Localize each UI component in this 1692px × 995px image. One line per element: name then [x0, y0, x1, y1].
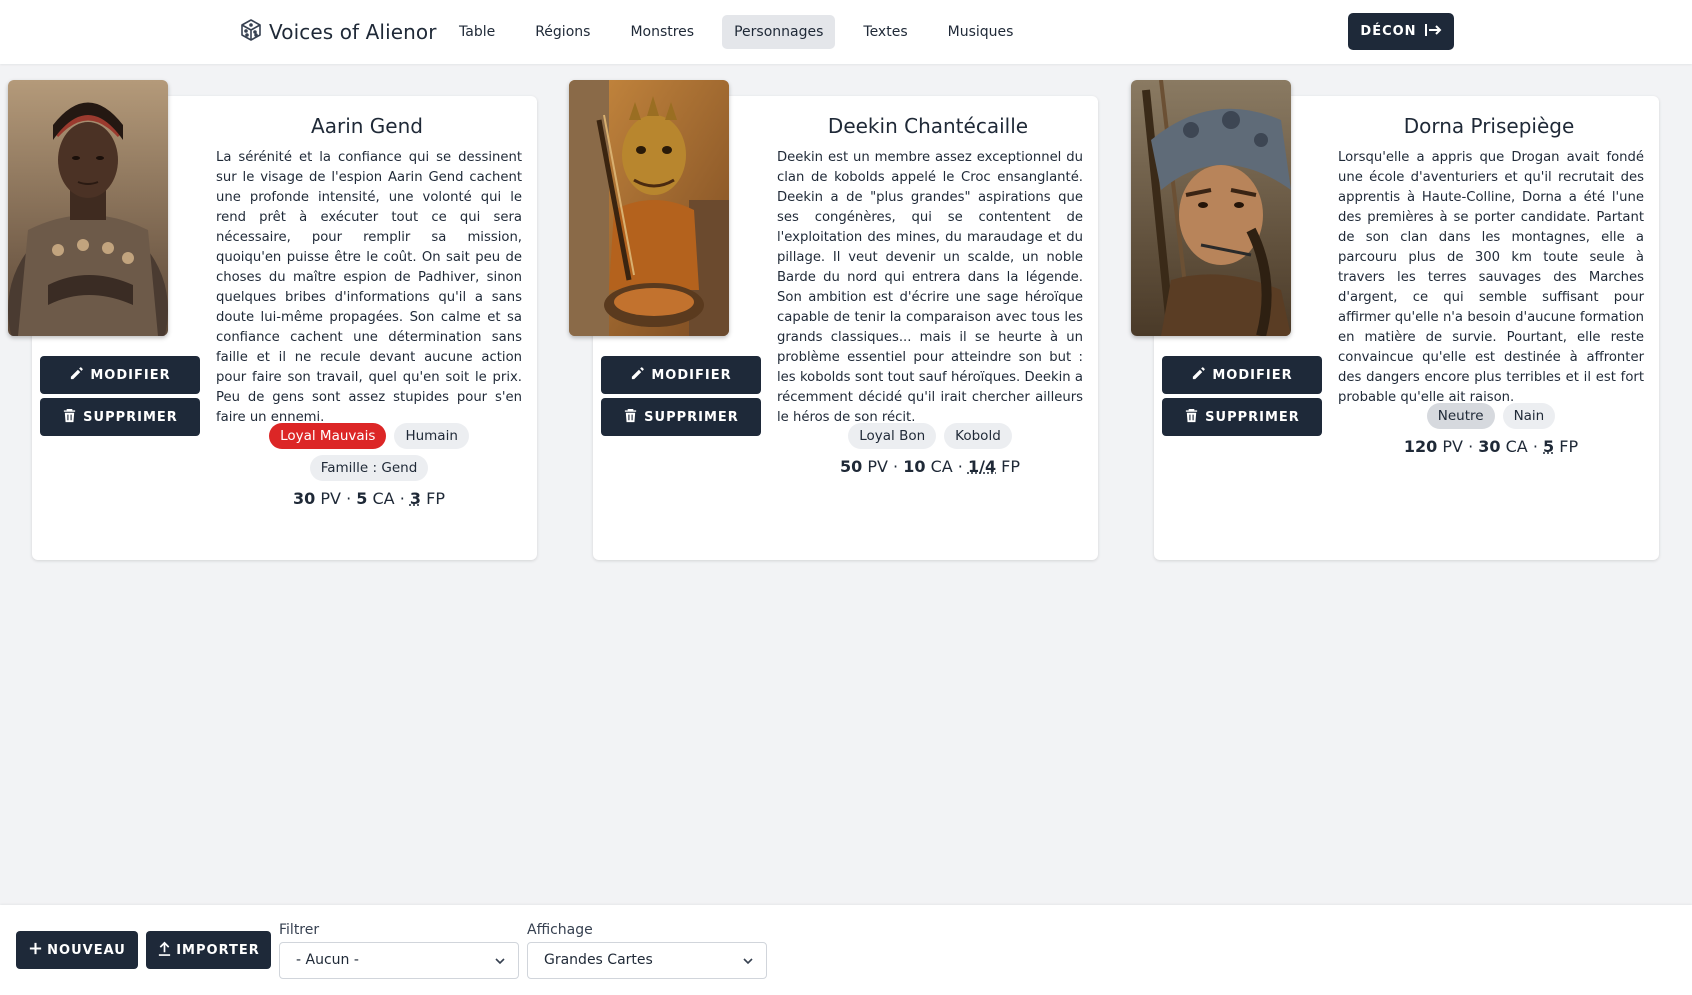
fp-unit: FP: [1001, 457, 1021, 476]
logout-icon: [1417, 23, 1442, 41]
nav-monstres[interactable]: Monstres: [618, 15, 706, 49]
family-tag: Famille : Gend: [309, 455, 429, 481]
delete-label: SUPPRIMER: [644, 409, 739, 425]
character-stats: 30 PV · 5 CA · 3 FP: [216, 489, 522, 508]
pencil-icon: [69, 366, 90, 385]
import-button[interactable]: IMPORTER: [146, 931, 271, 969]
ca-unit: CA: [372, 489, 395, 508]
character-name: Dorna Prisepiège: [1403, 114, 1575, 138]
pv-unit: PV: [320, 489, 341, 508]
pv-unit: PV: [1442, 437, 1463, 456]
bottom-toolbar: NOUVEAU IMPORTER Filtrer - Aucun - Affic…: [0, 905, 1692, 995]
alignment-tag: Loyal Bon: [848, 423, 937, 449]
ca-value: 30: [1478, 437, 1501, 456]
character-stats: 50 PV · 10 CA · 1/4 FP: [777, 457, 1083, 476]
top-navbar: Voices of Alienor Table Régions Monstres…: [0, 0, 1692, 64]
tag-list: Loyal Bon Kobold: [777, 423, 1083, 455]
nav-personnages[interactable]: Personnages: [722, 15, 836, 49]
ca-value: 10: [903, 457, 926, 476]
edit-label: MODIFIER: [1212, 367, 1293, 383]
stat-separator: ·: [893, 457, 899, 476]
delete-label: SUPPRIMER: [83, 409, 178, 425]
display-label: Affichage: [527, 922, 593, 938]
nav-regions[interactable]: Régions: [523, 15, 602, 49]
trash-icon: [1184, 408, 1205, 427]
pencil-icon: [630, 366, 651, 385]
display-select[interactable]: Grandes Cartes: [527, 942, 767, 979]
display-value: Grandes Cartes: [544, 952, 653, 968]
tag-list: Neutre Nain: [1338, 403, 1644, 435]
filter-select[interactable]: - Aucun -: [279, 942, 519, 979]
ca-value: 5: [356, 489, 368, 508]
edit-label: MODIFIER: [651, 367, 732, 383]
brand[interactable]: Voices of Alienor: [239, 18, 437, 46]
delete-button[interactable]: SUPPRIMER: [40, 398, 200, 436]
edit-button[interactable]: MODIFIER: [40, 356, 200, 394]
stat-separator: ·: [399, 489, 405, 508]
stat-separator: ·: [1532, 437, 1538, 456]
main-nav: Table Régions Monstres Personnages Texte…: [447, 15, 1041, 49]
filter-value: - Aucun -: [296, 952, 359, 968]
stat-separator: ·: [346, 489, 352, 508]
character-description: La sérénité et la confiance qui se dessi…: [216, 150, 522, 425]
race-tag: Kobold: [944, 423, 1012, 449]
logout-label: DÉCON: [1360, 24, 1417, 39]
delete-label: SUPPRIMER: [1205, 409, 1300, 425]
pv-value: 30: [293, 489, 316, 508]
character-stats: 120 PV · 30 CA · 5 FP: [1338, 437, 1644, 456]
pencil-icon: [1191, 366, 1212, 385]
ca-unit: CA: [930, 457, 953, 476]
pv-value: 120: [1403, 437, 1438, 456]
alignment-tag: Loyal Mauvais: [269, 423, 387, 449]
nav-table[interactable]: Table: [447, 15, 507, 49]
delete-button[interactable]: SUPPRIMER: [601, 398, 761, 436]
pv-value: 50: [839, 457, 863, 476]
tag-list: Loyal Mauvais Humain Famille : Gend: [216, 423, 522, 487]
character-description: Deekin est un membre assez exceptionnel …: [777, 150, 1083, 425]
fp-value: 3: [409, 489, 422, 508]
nav-textes[interactable]: Textes: [851, 15, 919, 49]
ca-unit: CA: [1505, 437, 1528, 456]
nav-musiques[interactable]: Musiques: [936, 15, 1026, 49]
trash-icon: [62, 408, 83, 427]
fp-value: 5: [1543, 437, 1555, 456]
trash-icon: [623, 408, 644, 427]
fp-unit: FP: [426, 489, 445, 508]
edit-label: MODIFIER: [90, 367, 171, 383]
dice-icon: [239, 18, 263, 46]
fp-unit: FP: [1559, 437, 1579, 456]
edit-button[interactable]: MODIFIER: [601, 356, 761, 394]
stat-separator: ·: [957, 457, 963, 476]
fp-value: 1/4: [967, 457, 997, 476]
new-button[interactable]: NOUVEAU: [16, 931, 138, 969]
new-label: NOUVEAU: [47, 942, 126, 958]
race-tag: Nain: [1502, 403, 1556, 429]
plus-icon: [28, 941, 47, 960]
pv-unit: PV: [867, 457, 888, 476]
import-label: IMPORTER: [176, 942, 260, 958]
character-description: Lorsqu'elle a appris que Drogan avait fo…: [1338, 150, 1644, 405]
character-portrait: [8, 80, 168, 336]
delete-button[interactable]: SUPPRIMER: [1162, 398, 1322, 436]
character-name: Deekin Chantécaille: [827, 114, 1029, 138]
logout-button[interactable]: DÉCON: [1348, 13, 1454, 50]
filter-label: Filtrer: [279, 922, 320, 938]
app-title: Voices of Alienor: [269, 20, 437, 44]
character-portrait: [569, 80, 729, 336]
stat-separator: ·: [1468, 437, 1474, 456]
race-tag: Humain: [394, 423, 469, 449]
character-name: Aarin Gend: [311, 114, 423, 138]
character-portrait: [1131, 80, 1291, 336]
edit-button[interactable]: MODIFIER: [1162, 356, 1322, 394]
upload-icon: [157, 941, 176, 960]
alignment-tag: Neutre: [1426, 403, 1495, 429]
